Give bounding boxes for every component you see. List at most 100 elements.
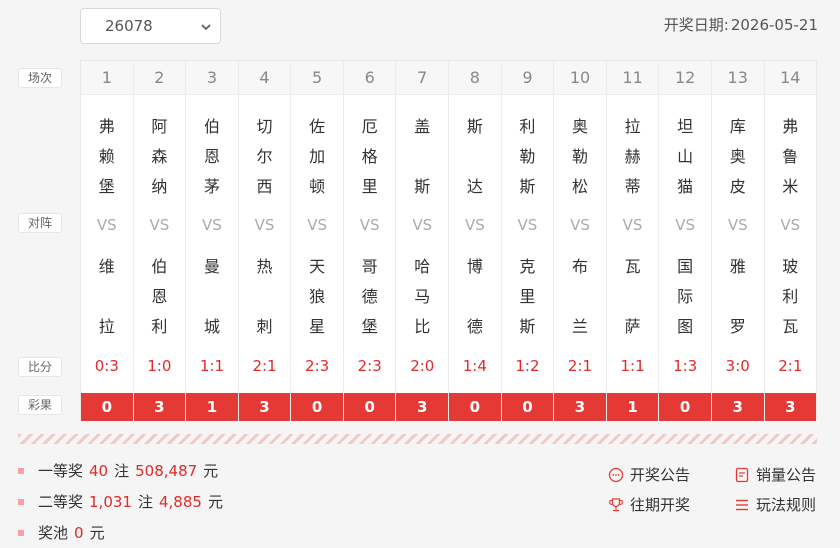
match-result: 1 xyxy=(606,393,659,421)
vs-label: VS xyxy=(570,216,590,234)
vs-label: VS xyxy=(727,216,748,234)
match-number: 11 xyxy=(606,61,659,95)
away-team-char: 城 xyxy=(203,317,220,336)
rules-link[interactable]: 玩法规则 xyxy=(734,494,816,515)
match-column: 9 利勒斯 VS 克里斯 1:2 0 xyxy=(500,61,554,421)
away-team-char: 图 xyxy=(677,317,694,336)
match-result: 3 xyxy=(554,393,606,421)
match-number: 4 xyxy=(238,61,291,95)
match-result: 0 xyxy=(659,393,711,421)
announcement-link-label: 开奖公告 xyxy=(630,466,691,484)
away-team-char: 里 xyxy=(519,287,536,306)
home-team-char: 拉 xyxy=(624,117,641,136)
away-team-char: 兰 xyxy=(571,317,588,336)
home-team-char: 弗 xyxy=(98,117,115,136)
match-result: 0 xyxy=(81,393,133,421)
away-team-char: 哈 xyxy=(414,257,431,276)
vs-label: VS xyxy=(149,216,170,234)
home-team-char: 里 xyxy=(361,177,378,196)
match-number: 2 xyxy=(133,61,186,95)
announcement-link[interactable]: 开奖公告 xyxy=(608,464,690,485)
match-score: 1:0 xyxy=(147,357,172,375)
match-result: 0 xyxy=(501,393,554,421)
vs-label: VS xyxy=(675,216,696,234)
home-team-char: 弗 xyxy=(782,117,799,136)
history-link-label: 往期开奖 xyxy=(630,496,691,514)
home-team-char: 尔 xyxy=(256,147,273,166)
away-team-char: 德 xyxy=(361,287,378,306)
pool-label: 奖池 xyxy=(38,524,69,542)
match-number: 7 xyxy=(396,61,449,95)
row-label-matchup: 对阵 xyxy=(18,213,62,233)
home-team-char: 斯 xyxy=(519,177,536,196)
home-team-char: 厄 xyxy=(361,117,378,136)
away-team-char: 利 xyxy=(151,317,168,336)
away-team-char: 哥 xyxy=(361,257,378,276)
away-team-char: 狼 xyxy=(309,287,326,306)
home-team-char: 达 xyxy=(466,177,483,196)
home-team-char: 纳 xyxy=(151,177,168,196)
vs-label: VS xyxy=(622,216,643,234)
home-team-char: 库 xyxy=(729,117,746,136)
first-prize-amount-unit: 元 xyxy=(203,462,219,480)
away-team-char: 瓦 xyxy=(782,317,799,336)
second-prize-count-unit: 注 xyxy=(137,493,153,511)
first-prize-count-unit: 注 xyxy=(114,462,130,480)
away-team-char: 瓦 xyxy=(624,257,641,276)
home-team-char: 坦 xyxy=(677,117,694,136)
away-team-char: 曼 xyxy=(203,257,220,276)
first-prize-count: 40 xyxy=(89,461,109,480)
home-team-char: 赖 xyxy=(98,147,115,166)
match-result: 0 xyxy=(343,393,396,421)
match-result: 3 xyxy=(396,393,449,421)
match-score: 1:4 xyxy=(462,357,487,375)
bullet-icon xyxy=(18,467,24,474)
home-team-char: 蒂 xyxy=(624,177,641,196)
home-team-char: 山 xyxy=(677,147,694,166)
sales-link-label: 销量公告 xyxy=(756,466,817,484)
match-score: 2:1 xyxy=(252,357,277,375)
match-score: 1:3 xyxy=(673,357,698,375)
match-score: 2:1 xyxy=(567,357,593,375)
home-team-char: 西 xyxy=(256,177,273,196)
sales-link[interactable]: 销量公告 xyxy=(734,464,816,485)
pool-amount: 0 xyxy=(74,523,84,542)
pool-line: 奖池 0 元 xyxy=(18,522,105,543)
home-team-char: 森 xyxy=(151,147,168,166)
home-team-char: 顿 xyxy=(309,177,326,196)
second-prize-label: 二等奖 xyxy=(38,493,84,511)
away-team-char: 堡 xyxy=(361,317,378,336)
away-team-char: 利 xyxy=(782,287,799,306)
draw-date: 开奖日期: 2026-05-21 xyxy=(662,14,818,35)
match-column: 14 弗鲁米 VS 玻利瓦 2:1 3 xyxy=(763,61,817,421)
first-prize-line: 一等奖 40 注 508,487 元 xyxy=(18,460,218,481)
home-team-char: 勒 xyxy=(519,147,536,166)
match-result: 0 xyxy=(291,393,343,421)
home-team-char: 伯 xyxy=(203,117,220,136)
match-score: 0:3 xyxy=(94,357,119,375)
away-team-char: 布 xyxy=(571,257,588,276)
match-number: 12 xyxy=(659,61,711,95)
vs-label: VS xyxy=(202,216,222,234)
history-link[interactable]: 往期开奖 xyxy=(608,494,690,515)
vs-label: VS xyxy=(780,216,801,234)
decorative-stripe xyxy=(18,434,817,444)
match-number: 14 xyxy=(764,61,817,95)
home-team-char: 奥 xyxy=(571,117,588,136)
pool-amount-unit: 元 xyxy=(89,524,105,542)
home-team-char: 茅 xyxy=(203,177,220,196)
home-team-char: 赫 xyxy=(624,147,641,166)
home-team-char: 皮 xyxy=(729,177,746,196)
home-team-char: 格 xyxy=(361,147,378,166)
match-result: 3 xyxy=(711,393,764,421)
issue-select[interactable]: 26078 xyxy=(80,8,221,44)
match-column: 1 弗赖堡 VS 维拉 0:3 0 xyxy=(81,61,133,421)
issue-select-value: 26078 xyxy=(105,17,153,35)
match-number: 3 xyxy=(186,61,238,95)
match-score: 1:1 xyxy=(620,357,645,375)
vs-label: VS xyxy=(359,216,380,234)
home-team-char: 加 xyxy=(309,147,326,166)
away-team-char: 际 xyxy=(677,287,694,306)
draw-date-value: 2026-05-21 xyxy=(730,16,818,34)
match-result: 3 xyxy=(764,393,817,421)
